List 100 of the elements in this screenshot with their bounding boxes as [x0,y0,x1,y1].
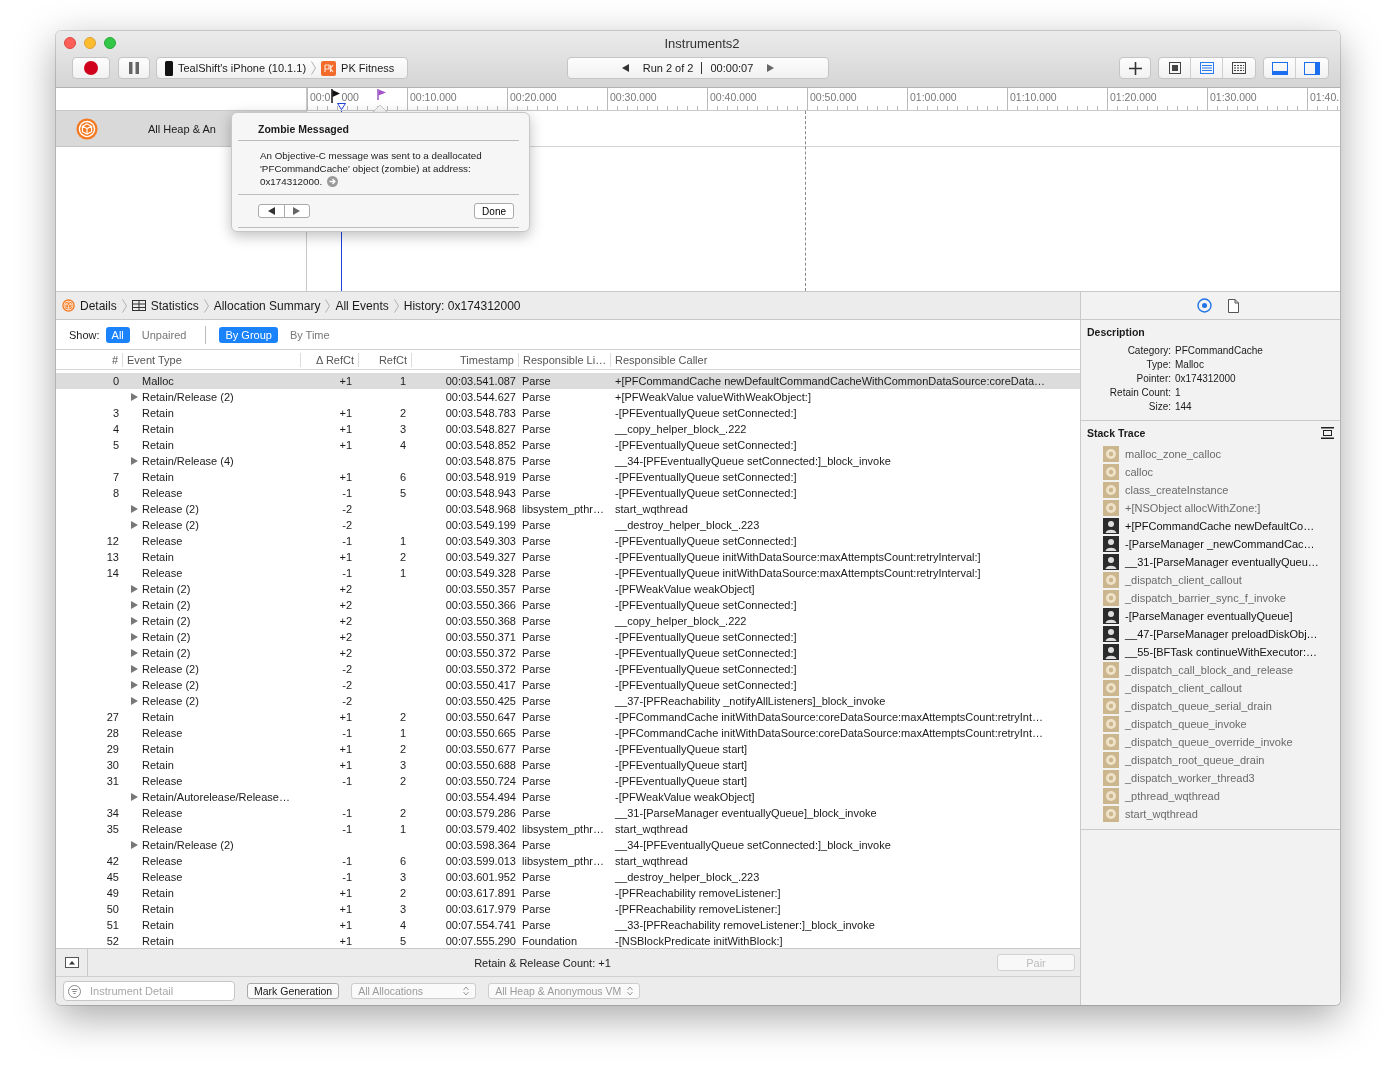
table-row[interactable]: 51 Retain +1 4 00:07.554.741 Parse __33-[PFReachability removeListener:]_block_invoke [56,917,1080,933]
disclosure-triangle-icon[interactable] [131,841,138,849]
stack-frame[interactable]: calloc [1125,466,1154,478]
table-row[interactable]: 13 Retain +1 2 00:03.549.327 Parse -[PFEventuallyQueue initWithDataSource:maxAttemptsCount:retryInterval:] [56,549,1080,565]
table-row[interactable]: 4 Retain +1 3 00:03.548.827 Parse __copy_helper_block_.222 [56,421,1080,437]
flag-icon[interactable] [331,89,341,103]
table-row[interactable]: 27 Retain +1 2 00:03.550.647 Parse -[PFCommandCache initWithDataSource:coreDataSource:maxAttemptsCount:retryInt… [56,709,1080,725]
arrow-circle-icon[interactable] [327,176,339,187]
stack-frame[interactable]: _dispatch_call_block_and_release [1125,664,1294,676]
document-icon[interactable] [1228,298,1239,313]
zoom-button[interactable] [104,37,116,49]
table-row[interactable]: 12 Release -1 1 00:03.549.303 Parse -[PFEventuallyQueue setConnected:] [56,533,1080,549]
column-header[interactable]: Event Type [122,352,300,367]
add-button[interactable] [1119,57,1151,79]
breadcrumb-item[interactable]: Details [80,298,117,313]
stack-frame[interactable]: __55-[BFTask continueWithExecutor:… [1125,646,1317,658]
table-row[interactable]: 5 Retain +1 4 00:03.548.852 Parse -[PFEventuallyQueue setConnected:] [56,437,1080,453]
record-button[interactable] [72,57,110,79]
table-row[interactable]: Retain (2) +2 00:03.550.372 Parse -[PFEventuallyQueue setConnected:] [56,645,1080,661]
table-row[interactable]: Retain (2) +2 00:03.550.357 Parse -[PFWeakValue weakObject] [56,581,1080,597]
table-row[interactable]: Release (2) -2 00:03.549.199 Parse __destroy_helper_block_.223 [56,517,1080,533]
table-row[interactable]: Retain/Release (4) 00:03.548.875 Parse __34-[PFEventuallyQueue setConnected:]_block_invoke [56,453,1080,469]
next-icon[interactable] [293,207,301,215]
table-row[interactable]: 14 Release -1 1 00:03.549.328 Parse -[PFEventuallyQueue initWithDataSource:maxAttemptsCount:retryInterval:] [56,565,1080,581]
table-row[interactable]: 7 Retain +1 6 00:03.548.919 Parse -[PFEventuallyQueue setConnected:] [56,469,1080,485]
table-row[interactable]: Retain/Release (2) 00:03.544.627 Parse +[PFWeakValue valueWithWeakObject:] [56,389,1080,405]
table-row[interactable]: 8 Release -1 5 00:03.548.943 Parse -[PFEventuallyQueue setConnected:] [56,485,1080,501]
stack-frame[interactable]: -[ParseManager eventuallyQueue] [1125,610,1293,622]
column-header[interactable]: Timestamp [411,352,518,367]
panel-toggle-icon[interactable] [64,957,79,968]
breadcrumb-item[interactable]: Statistics [150,298,199,313]
table-row[interactable]: Release (2) -2 00:03.550.425 Parse __37-[PFReachability _notifyAllListeners]_block_invoke [56,693,1080,709]
table-row[interactable]: Release (2) -2 00:03.548.968 libsystem_pthr… start_wqthread [56,501,1080,517]
stack-frame[interactable]: _dispatch_queue_invoke [1125,718,1247,730]
table-row[interactable]: 45 Release -1 3 00:03.601.952 Parse __destroy_helper_block_.223 [56,869,1080,885]
previous-icon[interactable] [267,207,275,215]
done-button[interactable]: Done [474,203,514,219]
playhead-marker-icon[interactable] [337,103,346,110]
table-row[interactable]: 0 Malloc +1 1 00:03.541.087 Parse +[PFCommandCache newDefaultCommandCacheWithCommonDataSource:coreData… [56,373,1080,389]
table-row[interactable]: 52 Retain +1 5 00:07.555.290 Foundation -[NSBlockPredicate initWithBlock:] [56,933,1080,948]
table-row[interactable]: Retain (2) +2 00:03.550.371 Parse -[PFEventuallyQueue setConnected:] [56,629,1080,645]
table-row[interactable]: 49 Retain +1 2 00:03.617.891 Parse -[PFReachability removeListener:] [56,885,1080,901]
column-header[interactable]: RefCt [358,352,411,367]
stack-frame[interactable]: _dispatch_barrier_sync_f_invoke [1125,592,1286,604]
previous-run-icon[interactable] [621,64,629,72]
table-row[interactable]: 30 Retain +1 3 00:03.550.688 Parse -[PFEventuallyQueue start] [56,757,1080,773]
close-button[interactable] [64,37,76,49]
column-header[interactable]: # [56,352,122,367]
stack-frame[interactable]: _dispatch_queue_override_invoke [1125,736,1293,748]
filter-tab[interactable]: Unpaired [135,326,193,343]
table-row[interactable]: 29 Retain +1 2 00:03.550.677 Parse -[PFEventuallyQueue start] [56,741,1080,757]
ring-icon[interactable] [1197,298,1212,313]
table-row[interactable]: Retain (2) +2 00:03.550.366 Parse -[PFEventuallyQueue setConnected:] [56,597,1080,613]
breadcrumb-item[interactable]: Allocation Summary [213,298,321,313]
stack-frame[interactable]: start_wqthread [1125,808,1198,820]
stack-frame[interactable]: __47-[ParseManager preloadDiskObj… [1125,628,1318,640]
stack-frame[interactable]: malloc_zone_calloc [1125,448,1221,460]
stack-frame[interactable]: +[PFCommandCache newDefaultCo… [1125,520,1315,532]
table-row[interactable]: 31 Release -1 2 00:03.550.724 Parse -[PFEventuallyQueue start] [56,773,1080,789]
stack-frame[interactable]: _dispatch_root_queue_drain [1125,754,1265,766]
column-header[interactable]: Responsible Li… [518,352,610,367]
table-cell-text: 00:03.550.724 [444,775,517,787]
table-row[interactable]: 50 Retain +1 3 00:03.617.979 Parse -[PFReachability removeListener:] [56,901,1080,917]
pause-button[interactable] [118,57,150,79]
stack-frame[interactable]: _pthread_wqthread [1125,790,1220,802]
table-row[interactable]: 42 Release -1 6 00:03.599.013 libsystem_pthr… start_wqthread [56,853,1080,869]
grouping-tab[interactable]: By Group [219,326,278,343]
table-row[interactable]: 34 Release -1 2 00:03.579.286 Parse __31-[ParseManager eventuallyQueue]_block_invoke [56,805,1080,821]
table-cell-text: +1 [338,375,353,387]
breadcrumb-item[interactable]: History: 0x174312000 [403,298,521,313]
disclosure-triangle-icon[interactable] [131,793,138,801]
table-row[interactable]: 3 Retain +1 2 00:03.548.783 Parse -[PFEventuallyQueue setConnected:] [56,405,1080,421]
stack-frame[interactable]: _dispatch_worker_thread3 [1125,772,1255,784]
grouping-tab[interactable]: By Time [283,326,336,343]
disclosure-triangle-icon[interactable] [131,457,138,465]
target-selector[interactable]: TealShift's iPhone (10.1.1) PK Fitness [156,57,408,79]
next-run-icon[interactable] [767,64,775,72]
expand-icon[interactable] [1321,427,1334,439]
navigation-control[interactable] [258,204,310,218]
table-row[interactable]: Retain/Release (2) 00:03.598.364 Parse __34-[PFEventuallyQueue setConnected:]_block_invoke [56,837,1080,853]
stack-frame[interactable]: __31-[ParseManager eventuallyQueu… [1125,556,1319,568]
table-row[interactable]: 28 Release -1 1 00:03.550.665 Parse -[PFCommandCache initWithDataSource:coreDataSource:maxAttemptsCount:retryInt… [56,725,1080,741]
stack-frame[interactable]: class_createInstance [1125,484,1229,496]
breadcrumb-item[interactable]: All Events [335,298,389,313]
table-row[interactable]: 35 Release -1 1 00:03.579.402 libsystem_pthr… start_wqthread [56,821,1080,837]
stack-frame[interactable]: _dispatch_client_callout [1125,574,1242,586]
stack-frame[interactable]: _dispatch_client_callout [1125,682,1242,694]
table-row[interactable]: Retain/Autorelease/Release… 00:03.554.494 Parse -[PFWeakValue weakObject] [56,789,1080,805]
run-selector[interactable]: Run 2 of 2 00:00:07 [567,57,829,79]
search-field[interactable]: Instrument Detail [63,981,235,1001]
table-row[interactable]: Release (2) -2 00:03.550.372 Parse -[PFEventuallyQueue setConnected:] [56,661,1080,677]
table-row[interactable]: Release (2) -2 00:03.550.417 Parse -[PFEventuallyQueue setConnected:] [56,677,1080,693]
stack-frame[interactable]: +[NSObject allocWithZone:] [1125,502,1261,514]
stack-frame[interactable]: -[ParseManager _newCommandCac… [1125,538,1315,550]
stack-frame[interactable]: _dispatch_queue_serial_drain [1125,700,1272,712]
disclosure-triangle-icon[interactable] [131,393,138,401]
table-row[interactable]: Retain (2) +2 00:03.550.368 Parse __copy_helper_block_.222 [56,613,1080,629]
column-header[interactable]: Δ RefCt [300,352,358,367]
mark-generation-button[interactable]: Mark Generation [247,983,340,999]
filter-tab[interactable]: All [105,326,130,343]
